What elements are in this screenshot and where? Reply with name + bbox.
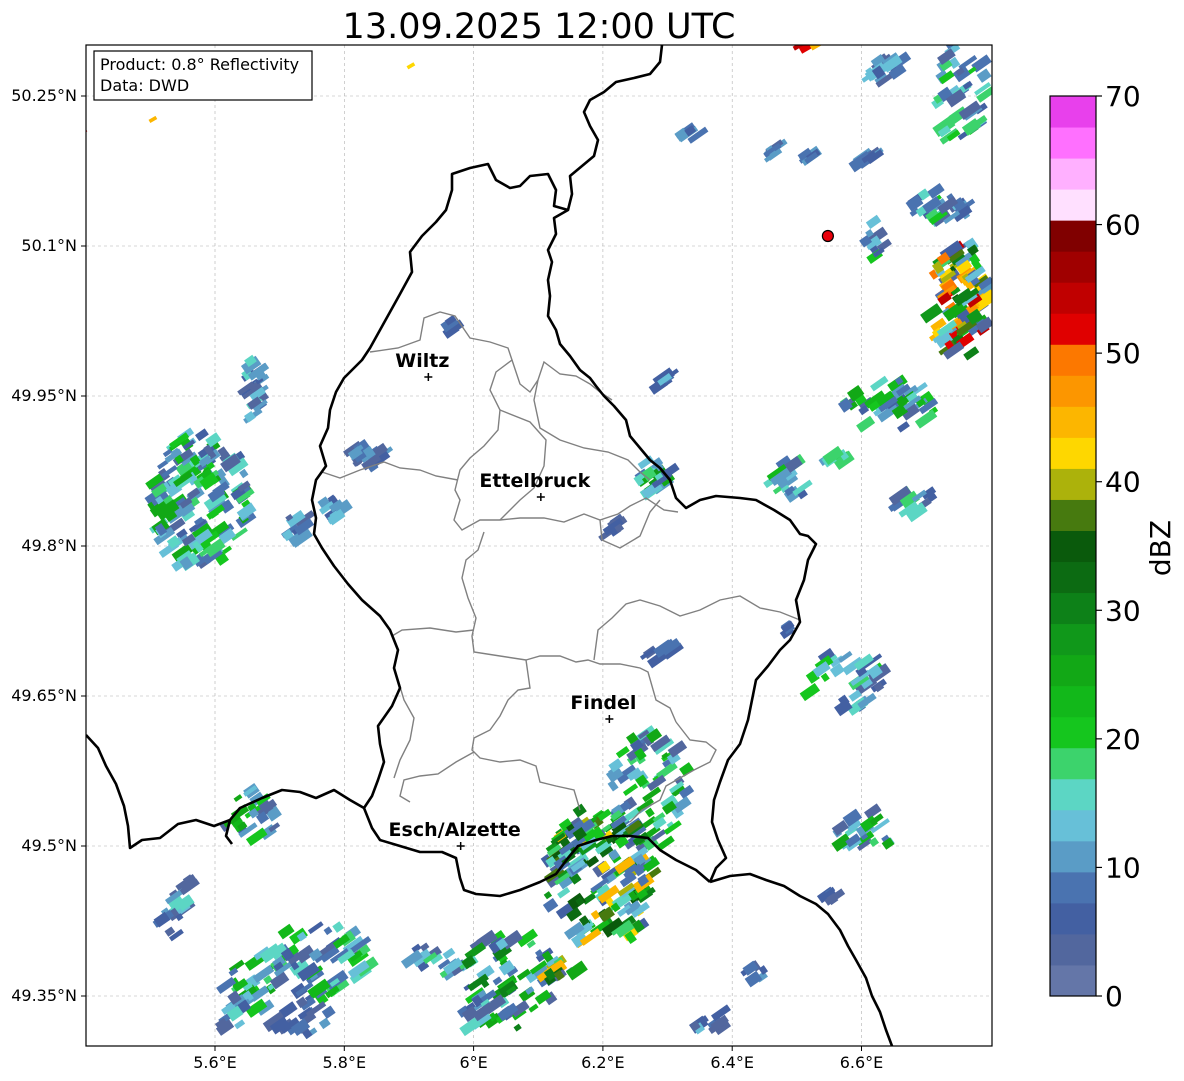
y-tick-label: 49.5°N (21, 836, 77, 855)
colorbar-segment (1050, 437, 1096, 469)
radar-figure: 13.09.2025 12:00 UTC Wiltz Ettelbruck Find… (11, 7, 1177, 1072)
colorbar-segment (1050, 313, 1096, 345)
x-axis-ticks: 5.6°E 5.8°E 6°E 6.2°E 6.4°E 6.6°E (193, 1046, 883, 1072)
colorbar-ticks: 0 10 20 30 40 50 60 70 (1096, 80, 1141, 1013)
city-label: Ettelbruck (479, 470, 590, 492)
colorbar-segment (1050, 530, 1096, 563)
colorbar-segment (1050, 933, 1096, 966)
colorbar-segment (1050, 158, 1096, 190)
y-tick-label: 50.1°N (21, 236, 77, 255)
city-label: Wiltz (395, 350, 449, 372)
colorbar-segment (1050, 561, 1096, 594)
x-tick-label: 6.2°E (581, 1053, 625, 1072)
colorbar-segment (1050, 592, 1096, 625)
product-label: Product: 0.8° Reflectivity (100, 55, 299, 74)
colorbar-segment (1050, 468, 1096, 500)
colorbar-segment (1050, 344, 1096, 376)
x-tick-label: 5.6°E (193, 1053, 237, 1072)
y-tick-label: 50.25°N (11, 86, 77, 105)
x-tick-label: 6°E (459, 1053, 487, 1072)
colorbar-segment (1050, 251, 1096, 283)
colorbar-segment (1050, 964, 1096, 997)
colorbar-tick-label: 30 (1105, 594, 1141, 627)
y-tick-label: 49.8°N (21, 536, 77, 555)
x-tick-label: 6.4°E (710, 1053, 754, 1072)
colorbar-segment (1050, 840, 1096, 873)
city-label: Findel (570, 692, 636, 714)
colorbar-segment (1050, 871, 1096, 904)
colorbar-segment (1050, 654, 1096, 687)
colorbar-segment (1050, 282, 1096, 314)
y-axis-ticks: 50.25°N 50.1°N 49.95°N 49.8°N 49.65°N 49.5°N 4… (11, 86, 86, 1005)
colorbar-segment (1050, 406, 1096, 438)
colorbar-segment (1050, 685, 1096, 718)
colorbar-segment (1050, 499, 1096, 531)
colorbar (1049, 95, 1097, 997)
colorbar-segment (1050, 809, 1096, 842)
y-tick-label: 49.65°N (11, 686, 77, 705)
y-tick-label: 49.95°N (11, 386, 77, 405)
radar-site-marker (821, 229, 834, 243)
colorbar-tick-label: 0 (1105, 980, 1123, 1013)
colorbar-segment (1050, 623, 1096, 656)
info-box: Product: 0.8° Reflectivity Data: DWD (93, 50, 313, 101)
colorbar-tick-label: 40 (1105, 466, 1141, 499)
colorbar-segment (1050, 189, 1096, 221)
colorbar-tick-label: 70 (1105, 80, 1141, 113)
radar-echo-core (71, 127, 84, 138)
colorbar-segment (1050, 747, 1096, 780)
colorbar-segment (1050, 778, 1096, 811)
x-tick-label: 6.6°E (840, 1053, 884, 1072)
colorbar-tick-label: 60 (1105, 209, 1141, 242)
colorbar-tick-label: 20 (1105, 723, 1141, 756)
y-tick-label: 49.35°N (11, 986, 77, 1005)
data-source-label: Data: DWD (100, 76, 189, 95)
figure-title: 13.09.2025 12:00 UTC (343, 7, 736, 47)
colorbar-segment (1050, 127, 1096, 159)
colorbar-label: dBZ (1144, 520, 1177, 576)
colorbar-segment (1050, 375, 1096, 407)
colorbar-segment (1050, 96, 1096, 128)
colorbar-tick-label: 10 (1105, 851, 1141, 884)
x-tick-label: 5.8°E (323, 1053, 367, 1072)
colorbar-segment (1050, 220, 1096, 252)
city-label: Esch/Alzette (389, 819, 521, 841)
colorbar-segment (1050, 716, 1096, 749)
colorbar-segment (1050, 902, 1096, 935)
colorbar-tick-label: 50 (1105, 337, 1141, 370)
